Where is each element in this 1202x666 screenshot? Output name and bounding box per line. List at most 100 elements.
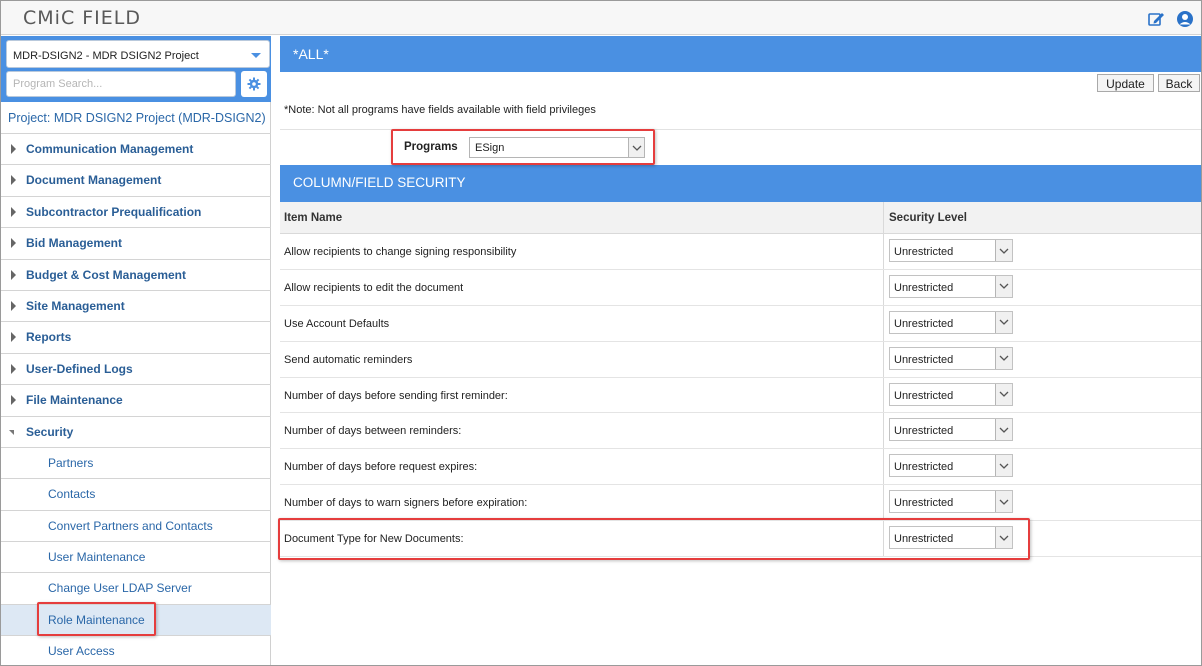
sidebar-item-user-defined-logs[interactable]: User-Defined Logs [1, 354, 271, 386]
chevron-down-icon[interactable] [628, 138, 644, 157]
project-select[interactable]: MDR-DSIGN2 - MDR DSIGN2 Project [6, 40, 270, 68]
security-level-value: Unrestricted [894, 353, 954, 366]
item-name: Send automatic reminders [284, 353, 413, 366]
sidebar-subitem-change-user-ldap-server[interactable]: Change User LDAP Server [1, 573, 271, 605]
item-name: Number of days between reminders: [284, 425, 462, 438]
gear-icon [247, 77, 261, 91]
settings-button[interactable] [241, 71, 267, 97]
sidebar-item-subcontractor-prequalification[interactable]: Subcontractor Prequalification [1, 197, 271, 229]
column-divider [883, 413, 884, 449]
item-name: Allow recipients to edit the document [284, 281, 464, 294]
sidebar-item-document-management[interactable]: Document Management [1, 165, 271, 197]
program-search-input[interactable] [6, 71, 236, 97]
sidebar-item-bid-management[interactable]: Bid Management [1, 228, 271, 260]
chevron-right-icon [11, 395, 16, 406]
top-bar: CMiC FIELD [1, 1, 1201, 35]
app-logo: CMiC FIELD [23, 7, 141, 29]
update-button[interactable]: Update [1097, 74, 1154, 92]
expanded-icon [9, 429, 14, 435]
security-level-select[interactable]: Unrestricted [889, 274, 1013, 298]
sidebar-item-label: Security [26, 424, 74, 439]
table-row: Number of days between reminders: Unrestr… [280, 413, 1201, 450]
sidebar-item-security[interactable]: Security [1, 417, 271, 448]
chevron-right-icon [11, 300, 16, 311]
table-row: Allow recipients to change signing respo… [280, 234, 1201, 270]
chevron-down-icon[interactable] [995, 311, 1012, 333]
chevron-right-icon [11, 269, 16, 280]
table-row: Use Account Defaults Unrestricted [280, 305, 1201, 342]
main-content: *ALL* Update Back *Note: Not all program… [280, 36, 1201, 665]
sidebar-item-label: Communication Management [26, 142, 194, 156]
sidebar-item-label: File Maintenance [26, 393, 123, 408]
security-level-select[interactable]: Unrestricted [889, 526, 1013, 550]
table-row: Allow recipients to edit the document Unr… [280, 269, 1201, 306]
sidebar-item-label: Budget & Cost Management [26, 267, 187, 282]
sidebar-item-budget-cost-management[interactable]: Budget & Cost Management [1, 260, 271, 291]
chevron-down-icon[interactable] [995, 419, 1012, 441]
chevron-right-icon [11, 363, 16, 374]
programs-select[interactable]: ESign [469, 137, 645, 158]
security-level-select[interactable]: Unrestricted [889, 418, 1013, 442]
column-header-item-name: Item Name [284, 212, 343, 224]
sidebar-subitem-partners[interactable]: Partners [1, 448, 271, 480]
table-body: Allow recipients to change signing respo… [280, 234, 1201, 558]
column-divider [883, 269, 884, 305]
security-level-select[interactable]: Unrestricted [889, 382, 1013, 406]
back-button[interactable]: Back [1158, 74, 1200, 92]
sidebar-subitem-contacts[interactable]: Contacts [1, 479, 271, 511]
sidebar-item-label: Reports [26, 330, 72, 345]
table-row: Document Type for New Documents: Unrestri… [280, 521, 1201, 558]
security-level-value: Unrestricted [894, 317, 954, 330]
project-label[interactable]: Project: MDR DSIGN2 Project (MDR-DSIGN2) [1, 102, 271, 134]
chevron-down-icon[interactable] [995, 527, 1012, 549]
sidebar-item-file-maintenance[interactable]: File Maintenance [1, 385, 271, 417]
security-level-value: Unrestricted [894, 425, 954, 438]
sidebar-subitem-user-access[interactable]: User Access [1, 636, 271, 665]
chevron-down-icon[interactable] [995, 383, 1012, 405]
sidebar-subitem-convert-partners-contacts[interactable]: Convert Partners and Contacts [1, 511, 271, 543]
sidebar-item-site-management[interactable]: Site Management [1, 291, 271, 323]
table-row: Number of days before sending first remi… [280, 377, 1201, 414]
chevron-right-icon [11, 332, 16, 343]
chevron-right-icon [11, 175, 16, 186]
table-row: Send automatic reminders Unrestricted [280, 341, 1201, 378]
item-name: Number of days before request expires: [284, 461, 478, 474]
security-level-value: Unrestricted [894, 389, 954, 402]
chevron-right-icon [11, 238, 16, 249]
security-level-select[interactable]: Unrestricted [889, 490, 1013, 514]
sidebar-header: MDR-DSIGN2 - MDR DSIGN2 Project [1, 36, 271, 102]
security-level-select[interactable]: Unrestricted [889, 346, 1013, 370]
chevron-down-icon[interactable] [995, 347, 1012, 369]
column-divider [883, 485, 884, 521]
programs-row: Programs ESign [280, 130, 1201, 165]
sidebar-item-label: Document Management [26, 173, 162, 188]
edit-icon[interactable] [1147, 10, 1165, 28]
table-row: Number of days to warn signers before ex… [280, 485, 1201, 522]
table-row: Number of days before request expires: Un… [280, 449, 1201, 486]
chevron-down-icon[interactable] [995, 240, 1012, 261]
sidebar-subitem-user-maintenance[interactable]: User Maintenance [1, 542, 271, 574]
sidebar-item-communication-management[interactable]: Communication Management [1, 134, 271, 166]
security-level-value: Unrestricted [894, 281, 954, 294]
security-level-value: Unrestricted [894, 461, 954, 474]
column-header-security-level: Security Level [889, 212, 967, 224]
security-level-value: Unrestricted [894, 533, 954, 546]
security-level-select[interactable]: Unrestricted [889, 239, 1013, 262]
security-level-select[interactable]: Unrestricted [889, 310, 1013, 334]
user-icon[interactable] [1176, 10, 1194, 28]
sidebar-item-reports[interactable]: Reports [1, 322, 271, 354]
chevron-down-icon [251, 53, 261, 58]
item-name: Use Account Defaults [284, 317, 390, 330]
sidebar-nav: Communication Management Document Manage… [1, 134, 271, 665]
column-divider [883, 449, 884, 485]
page-title: *ALL* [280, 36, 1201, 72]
table-header: Item Name Security Level [280, 202, 1201, 234]
programs-label: Programs [404, 141, 458, 153]
sidebar-subitem-role-maintenance[interactable]: Role Maintenance [1, 604, 271, 637]
security-level-select[interactable]: Unrestricted [889, 454, 1013, 478]
chevron-down-icon[interactable] [995, 455, 1012, 477]
programs-select-value: ESign [475, 142, 505, 154]
field-privilege-note: *Note: Not all programs have fields avai… [284, 104, 596, 116]
chevron-down-icon[interactable] [995, 491, 1012, 513]
chevron-down-icon[interactable] [995, 275, 1012, 297]
